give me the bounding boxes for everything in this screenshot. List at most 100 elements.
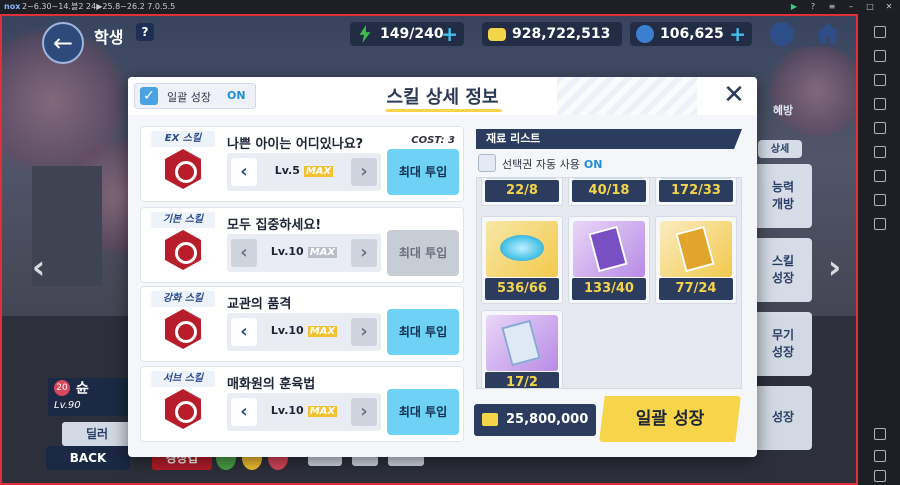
materials-grid[interactable]: 22/8 40/18 172/33 536/66 133/40 77/24 17… [476, 177, 742, 389]
close-icon[interactable]: ✕ [720, 82, 748, 110]
menu-icon[interactable]: ≡ [827, 0, 837, 14]
auto-select-label: 선택권 자동 사용 ON [502, 158, 603, 171]
credits-display: 928,722,513 [482, 22, 622, 46]
gems-display: 106,625 + [630, 22, 752, 46]
book-icon [501, 319, 541, 367]
max-badge: MAX [307, 247, 338, 258]
recent-nav-icon[interactable] [874, 470, 886, 482]
role-button[interactable]: 딜러 [62, 422, 132, 446]
level-decrease-button[interactable]: ‹ [231, 158, 257, 186]
record-icon[interactable] [874, 170, 886, 182]
gem-icon [636, 25, 654, 43]
right-panel-header: 혜방 [772, 104, 794, 117]
lightning-icon [359, 25, 371, 43]
material-image [660, 221, 732, 277]
sub-skill-icon [165, 389, 201, 429]
detail-tab[interactable]: 상세 [758, 140, 802, 158]
fullscreen-icon[interactable] [874, 218, 886, 230]
play-icon[interactable]: ▶ [789, 0, 799, 14]
minimize-icon[interactable]: – [846, 0, 856, 14]
level-increase-button[interactable]: › [351, 398, 377, 426]
auto-select-checkbox[interactable] [478, 154, 496, 172]
character-level-badge: 20 [54, 380, 70, 396]
level-increase-button[interactable]: › [351, 239, 377, 267]
material-item[interactable]: 77/24 [655, 216, 737, 304]
material-image [573, 221, 645, 277]
skill-name: 모두 집중하세요! [227, 218, 322, 233]
credit-cost-display: 25,800,000 [474, 404, 596, 436]
character-level: Lv.90 [54, 400, 81, 411]
weapon-growth-tab[interactable]: 무기 성장 [754, 312, 812, 376]
disc-icon [500, 235, 544, 261]
level-increase-button[interactable]: › [351, 158, 377, 186]
material-item[interactable]: 172/33 [655, 178, 737, 206]
max-badge: MAX [307, 406, 338, 417]
rotate-icon[interactable] [874, 122, 886, 134]
settings-gear-icon[interactable] [770, 22, 794, 46]
add-stamina-button[interactable]: + [441, 22, 458, 46]
volume-down-icon[interactable] [874, 50, 886, 62]
title-underline [386, 109, 502, 112]
emulator-title-bar: nox 2~6.30~14.블2 24▶25.8~26.2 7.0.5.5 ▶ … [0, 0, 900, 14]
auto-select-state: ON [583, 158, 603, 171]
level-increase-button[interactable]: › [351, 318, 377, 346]
level-decrease-button[interactable]: ‹ [231, 239, 257, 267]
maximize-icon[interactable]: □ [865, 0, 875, 14]
level-selector: ‹ Lv.10 MAX › [227, 313, 381, 351]
skill-row-enhanced: 강화 스킬 교관의 품격 ‹ Lv.10 MAX › 최대 투입 [140, 286, 464, 362]
material-image [573, 178, 645, 179]
keyboard-icon[interactable] [874, 98, 886, 110]
max-invest-button[interactable]: 최대 투입 [387, 389, 459, 435]
back-nav-icon[interactable] [874, 428, 886, 440]
skill-name: 나쁜 아이는 어디있나요? [227, 137, 364, 152]
max-invest-button[interactable]: 최대 투입 [387, 230, 459, 276]
home-nav-icon[interactable] [874, 450, 886, 462]
home-icon[interactable] [816, 22, 840, 44]
volume-up-icon[interactable] [874, 26, 886, 38]
back-button[interactable]: ← [42, 22, 84, 64]
material-item[interactable]: 17/2 [481, 310, 563, 388]
back-text-button[interactable]: BACK [46, 446, 130, 470]
material-item[interactable]: 536/66 [481, 216, 563, 304]
material-count: 17/2 [485, 372, 559, 388]
growth-tab[interactable]: 성장 [754, 386, 812, 450]
skill-cost: COST: 3 [411, 135, 455, 146]
material-count: 77/24 [659, 278, 733, 300]
materials-header: 재료 리스트 [476, 129, 742, 149]
bulk-growth-button[interactable]: 일괄 성장 [599, 396, 741, 442]
arrow-left-icon: ← [52, 29, 74, 57]
credits-value: 928,722,513 [512, 26, 611, 42]
level-decrease-button[interactable]: ‹ [231, 398, 257, 426]
ability-unlock-tab[interactable]: 능력 개방 [754, 164, 812, 228]
skill-detail-modal: ✓ 일괄 성장 ON 스킬 상세 정보 ✕ EX 스킬 나쁜 아이는 어디있나요… [128, 77, 757, 457]
credit-icon [488, 28, 506, 41]
material-count: 22/8 [485, 180, 559, 202]
max-invest-button[interactable]: 최대 투입 [387, 149, 459, 195]
emulator-build-text: 2~6.30~14.블2 24▶25.8~26.2 7.0.5.5 [22, 2, 176, 11]
close-window-icon[interactable]: ✕ [884, 0, 894, 14]
add-gems-button[interactable]: + [729, 22, 746, 46]
material-image [660, 178, 732, 179]
stamina-display: 149/240 + [350, 22, 464, 46]
book-icon [588, 225, 628, 273]
screen-icon[interactable] [874, 74, 886, 86]
more-icon[interactable] [874, 194, 886, 206]
material-image [486, 178, 558, 179]
level-decrease-button[interactable]: ‹ [231, 318, 257, 346]
level-display: Lv.10 MAX [270, 324, 338, 337]
gems-value: 106,625 [660, 26, 724, 42]
level-display: Lv.5 MAX [274, 164, 334, 177]
skill-type-tag: 기본 스킬 [151, 212, 215, 228]
max-invest-button[interactable]: 최대 투입 [387, 309, 459, 355]
material-item[interactable]: 133/40 [568, 216, 650, 304]
stamina-value: 149/240 [380, 26, 444, 42]
material-item[interactable]: 22/8 [481, 178, 563, 206]
previous-student-arrow[interactable]: ‹ [32, 248, 45, 286]
material-item[interactable]: 40/18 [568, 178, 650, 206]
help-icon[interactable]: ? [808, 0, 818, 14]
skill-name: 매화원의 훈육법 [227, 377, 316, 392]
screenshot-icon[interactable] [874, 146, 886, 158]
help-button[interactable]: ? [136, 23, 154, 41]
next-student-arrow[interactable]: › [828, 248, 841, 286]
skill-growth-tab[interactable]: 스킬 성장 [754, 238, 812, 302]
